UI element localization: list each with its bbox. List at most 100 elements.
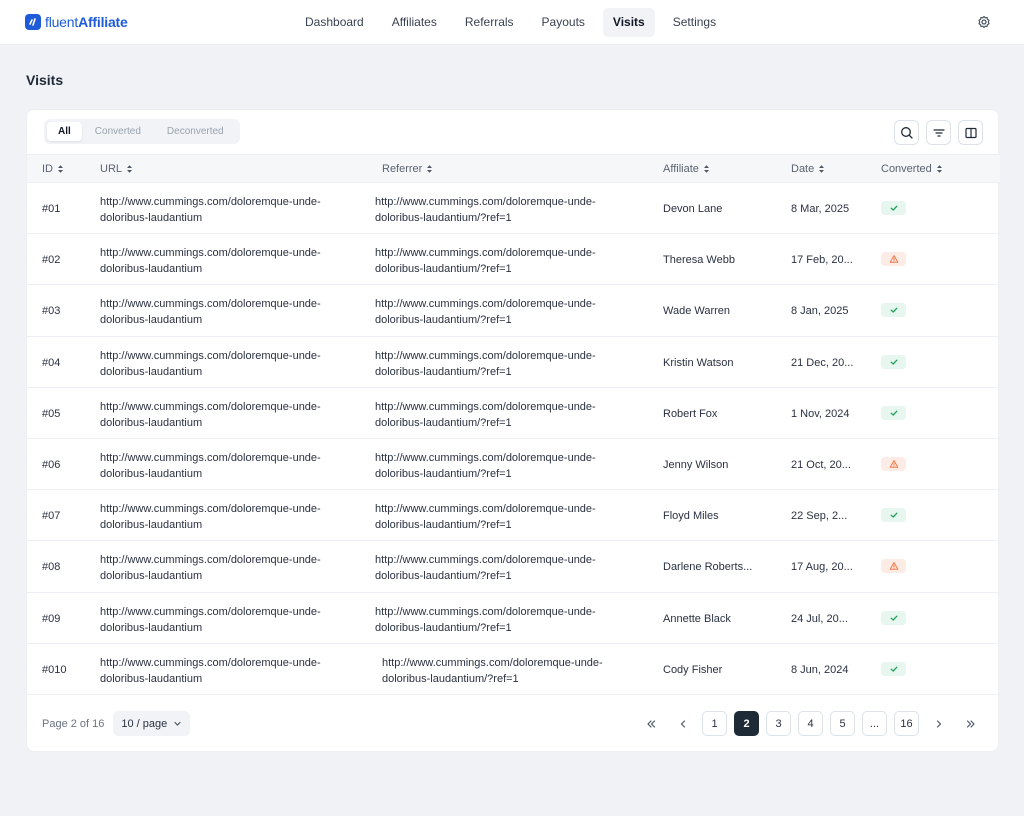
column-label: Affiliate <box>663 163 699 175</box>
brand-logo[interactable]: fluentAffiliate <box>25 13 128 31</box>
nav-settings[interactable]: Settings <box>663 8 726 37</box>
last-page-button[interactable] <box>958 711 983 736</box>
previous-page-button[interactable] <box>670 711 695 736</box>
column-label: Referrer <box>382 163 423 175</box>
filter-tab-deconverted[interactable]: Deconverted <box>154 122 237 141</box>
visit-affiliate[interactable]: Jenny Wilson <box>663 459 773 471</box>
filter-icon <box>932 128 945 137</box>
visit-date: 8 Jun, 2024 <box>791 663 849 676</box>
visit-url[interactable]: http://www.cummings.com/doloremque-unde-… <box>100 501 360 533</box>
visit-date: 24 Jul, 20... <box>791 612 848 625</box>
table-row[interactable]: #06 http://www.cummings.com/doloremque-un… <box>27 439 1000 491</box>
visit-referrer[interactable]: http://www.cummings.com/doloremque-unde-… <box>375 348 640 380</box>
visit-referrer[interactable]: http://www.cummings.com/doloremque-unde-… <box>375 296 640 328</box>
page-16-button[interactable]: 16 <box>894 711 919 736</box>
search-button[interactable] <box>894 120 919 145</box>
check-icon <box>890 666 897 672</box>
column-label: Converted <box>881 163 932 175</box>
visit-affiliate[interactable]: Robert Fox <box>663 408 773 420</box>
visit-url[interactable]: http://www.cummings.com/doloremque-unde-… <box>100 296 360 328</box>
page-ellipsis[interactable]: ... <box>862 711 887 736</box>
first-page-icon <box>646 719 655 728</box>
visit-affiliate[interactable]: Annette Black <box>663 613 773 625</box>
table-row[interactable]: #08 http://www.cummings.com/doloremque-un… <box>27 541 1000 593</box>
first-page-button[interactable] <box>638 711 663 736</box>
visit-url[interactable]: http://www.cummings.com/doloremque-unde-… <box>100 348 360 380</box>
column-header-id[interactable]: ID <box>42 155 64 183</box>
page-1-button[interactable]: 1 <box>702 711 727 736</box>
visit-date: 17 Feb, 20... <box>791 254 853 267</box>
visit-referrer[interactable]: http://www.cummings.com/doloremque-unde-… <box>375 245 640 277</box>
filter-tab-converted[interactable]: Converted <box>82 122 154 141</box>
nav-visits[interactable]: Visits <box>602 8 655 37</box>
page-5-button[interactable]: 5 <box>830 711 855 736</box>
page-3-button[interactable]: 3 <box>766 711 791 736</box>
page-title: Visits <box>26 72 64 88</box>
visit-url[interactable]: http://www.cummings.com/doloremque-unde-… <box>100 450 360 482</box>
visit-affiliate[interactable]: Floyd Miles <box>663 510 773 522</box>
visit-referrer[interactable]: http://www.cummings.com/doloremque-unde-… <box>375 194 640 226</box>
warning-icon <box>889 255 898 263</box>
table-row[interactable]: #01 http://www.cummings.com/doloremque-un… <box>27 183 1000 235</box>
visit-affiliate[interactable]: Theresa Webb <box>663 254 773 266</box>
visit-url[interactable]: http://www.cummings.com/doloremque-unde-… <box>100 399 360 431</box>
visit-referrer[interactable]: http://www.cummings.com/doloremque-unde-… <box>375 501 640 533</box>
table-row[interactable]: #04 http://www.cummings.com/doloremque-un… <box>27 337 1000 388</box>
nav-dashboard[interactable]: Dashboard <box>295 8 374 37</box>
converted-status-badge <box>881 252 906 267</box>
visit-affiliate[interactable]: Devon Lane <box>663 203 773 215</box>
main-nav: Dashboard Affiliates Referrals Payouts Visit… <box>295 8 734 37</box>
next-page-button[interactable] <box>926 711 951 736</box>
columns-button[interactable] <box>958 120 983 145</box>
visit-referrer[interactable]: http://www.cummings.com/doloremque-unde-… <box>375 604 640 636</box>
filter-button[interactable] <box>926 120 951 145</box>
table-row[interactable]: #09 http://www.cummings.com/doloremque-un… <box>27 593 1000 644</box>
nav-payouts[interactable]: Payouts <box>532 8 595 37</box>
visit-url[interactable]: http://www.cummings.com/doloremque-unde-… <box>100 552 360 584</box>
top-navigation-bar: fluentAffiliate Dashboard Affiliates Refer… <box>0 0 1024 45</box>
visit-id: #02 <box>42 254 61 267</box>
column-label: ID <box>42 163 53 175</box>
previous-page-icon <box>680 719 685 728</box>
column-label: Date <box>791 163 815 175</box>
visit-url[interactable]: http://www.cummings.com/doloremque-unde-… <box>100 245 360 277</box>
check-icon <box>890 307 897 314</box>
converted-status-badge <box>881 354 906 369</box>
per-page-select[interactable]: 10 / page <box>113 711 191 736</box>
visit-affiliate[interactable]: Kristin Watson <box>663 357 773 369</box>
table-row[interactable]: #03 http://www.cummings.com/doloremque-un… <box>27 285 1000 337</box>
column-label: URL <box>100 163 123 175</box>
table-row[interactable]: #010 http://www.cummings.com/doloremque-u… <box>27 644 1000 695</box>
check-icon <box>890 410 897 416</box>
visit-id: #09 <box>42 612 61 625</box>
warning-icon <box>889 562 898 571</box>
visit-affiliate[interactable]: Cody Fisher <box>663 664 773 676</box>
visit-url[interactable]: http://www.cummings.com/doloremque-unde-… <box>100 655 360 687</box>
page-info: Page 2 of 16 <box>42 717 105 730</box>
visit-date: 22 Sep, 2... <box>791 510 848 523</box>
column-header-affiliate[interactable]: Affiliate <box>663 155 710 183</box>
table-row[interactable]: #07 http://www.cummings.com/doloremque-un… <box>27 490 1000 542</box>
visit-referrer[interactable]: http://www.cummings.com/doloremque-unde-… <box>375 399 640 431</box>
column-header-date[interactable]: Date <box>791 155 825 183</box>
page-2-button[interactable]: 2 <box>734 711 759 736</box>
page-4-button[interactable]: 4 <box>798 711 823 736</box>
visit-affiliate[interactable]: Darlene Roberts... <box>663 561 773 573</box>
sort-icon <box>819 165 825 173</box>
visit-referrer[interactable]: http://www.cummings.com/doloremque-unde-… <box>382 655 647 687</box>
visit-affiliate[interactable]: Wade Warren <box>663 305 773 317</box>
nav-referrals[interactable]: Referrals <box>455 8 524 37</box>
visit-url[interactable]: http://www.cummings.com/doloremque-unde-… <box>100 194 360 226</box>
column-header-converted[interactable]: Converted <box>881 155 943 183</box>
gear-icon[interactable] <box>976 14 992 30</box>
visit-id: #01 <box>42 203 61 215</box>
table-row[interactable]: #02 http://www.cummings.com/doloremque-un… <box>27 234 1000 286</box>
filter-tab-all[interactable]: All <box>47 122 82 141</box>
visit-referrer[interactable]: http://www.cummings.com/doloremque-unde-… <box>375 552 640 584</box>
visit-url[interactable]: http://www.cummings.com/doloremque-unde-… <box>100 604 360 636</box>
visit-referrer[interactable]: http://www.cummings.com/doloremque-unde-… <box>375 450 640 482</box>
table-row[interactable]: #05 http://www.cummings.com/doloremque-un… <box>27 388 1000 439</box>
column-header-referrer[interactable]: Referrer <box>382 155 433 183</box>
nav-affiliates[interactable]: Affiliates <box>382 8 447 37</box>
column-header-url[interactable]: URL <box>100 155 133 183</box>
